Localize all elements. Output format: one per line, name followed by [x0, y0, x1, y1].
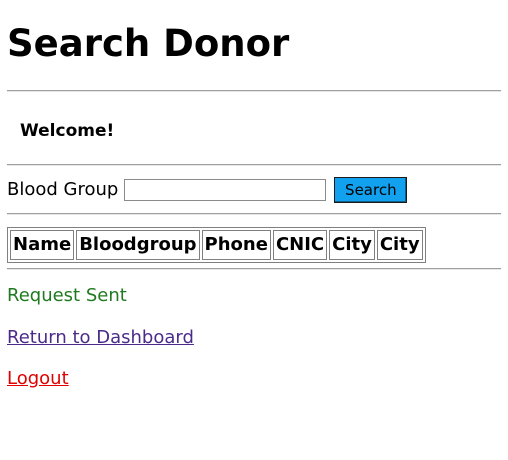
table-header-row: Name Bloodgroup Phone CNIC City City	[10, 230, 423, 260]
blood-group-input[interactable]	[124, 178, 327, 201]
divider-table	[7, 268, 501, 270]
search-form: Blood Group Search	[7, 166, 501, 213]
donor-table-container: Name Bloodgroup Phone CNIC City City	[7, 215, 501, 268]
column-header-name: Name	[10, 230, 75, 260]
welcome-message: Welcome!	[20, 121, 115, 141]
column-header-bloodgroup: Bloodgroup	[76, 230, 200, 260]
column-header-city: City	[329, 230, 375, 260]
blood-group-label: Blood Group	[7, 178, 119, 200]
return-dashboard-link[interactable]: Return to Dashboard	[7, 327, 501, 349]
column-header-city-2: City	[376, 230, 423, 260]
column-header-phone: Phone	[201, 230, 271, 260]
page-title: Search Donor	[7, 22, 290, 65]
request-status: Request Sent	[7, 285, 127, 306]
donor-table: Name Bloodgroup Phone CNIC City City	[7, 227, 426, 263]
page: Search Donor Welcome! Blood Group Search…	[0, 0, 508, 390]
search-button[interactable]: Search	[334, 176, 408, 203]
column-header-cnic: CNIC	[272, 230, 328, 260]
logout-link[interactable]: Logout	[7, 368, 501, 390]
